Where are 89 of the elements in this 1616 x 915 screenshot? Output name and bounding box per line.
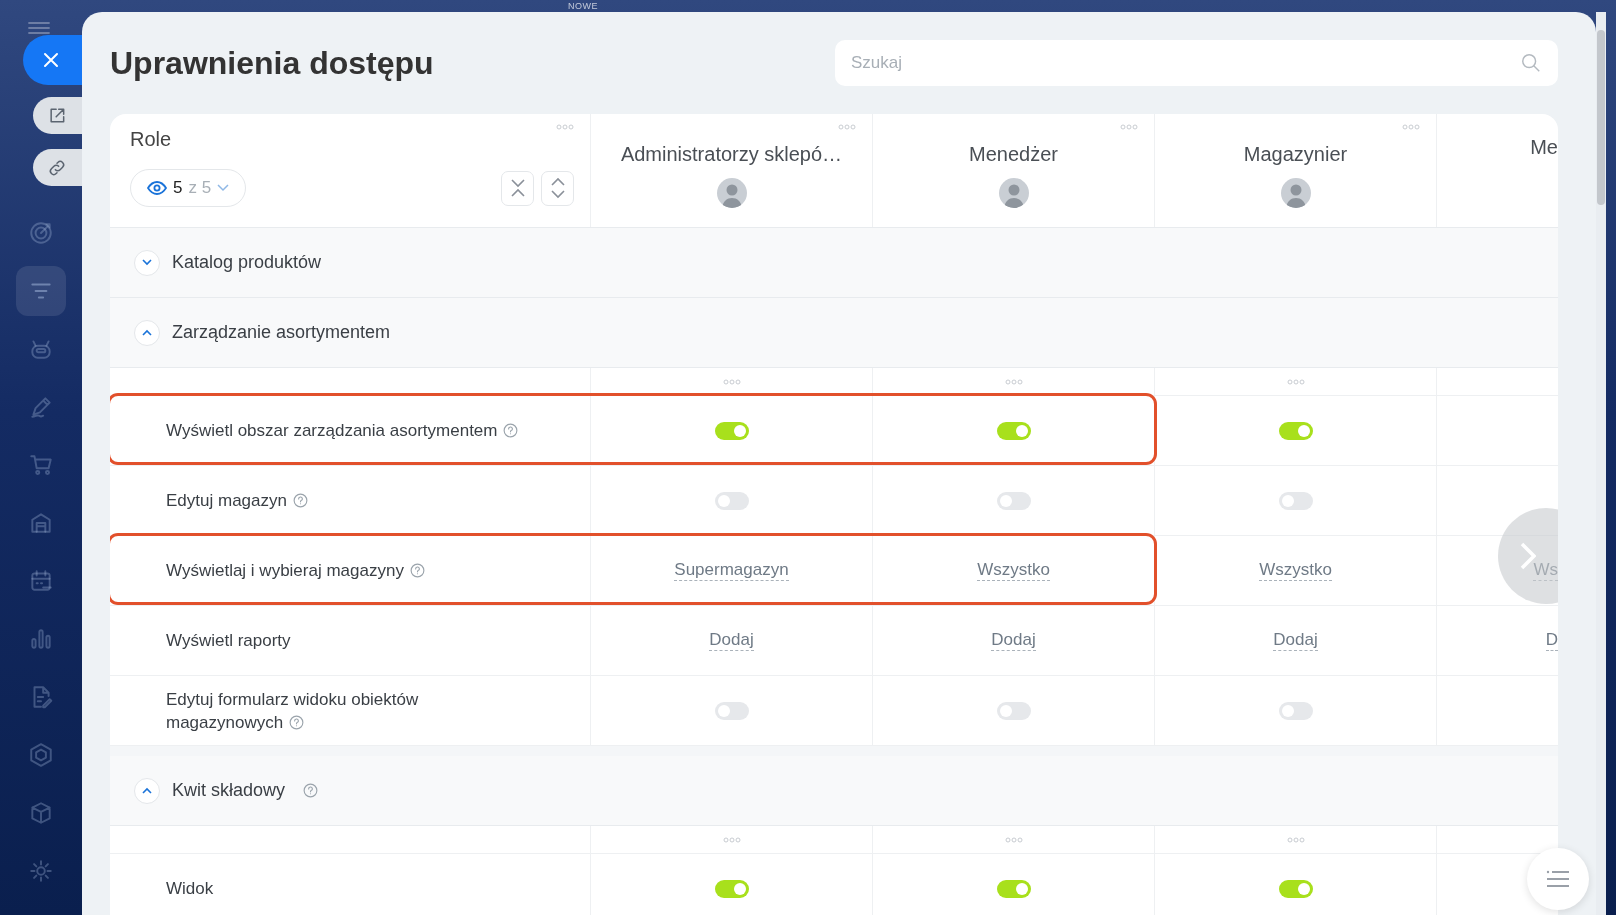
toggle-switch[interactable]	[714, 421, 749, 440]
toggle-switch[interactable]	[996, 701, 1031, 720]
section-toggle[interactable]	[134, 249, 160, 276]
more-icon[interactable]	[556, 124, 574, 130]
chevron-up-icon	[142, 787, 152, 794]
more-icon[interactable]	[1286, 378, 1305, 385]
toggle-switch[interactable]	[1278, 421, 1313, 440]
expand-icon	[550, 177, 565, 199]
section-header[interactable]: Kwit składowy	[110, 756, 1558, 826]
toggle-switch[interactable]	[996, 879, 1031, 898]
menu-icon[interactable]	[28, 22, 50, 34]
background-label: NOWE	[568, 1, 598, 11]
more-icon[interactable]	[1286, 836, 1305, 843]
help-icon[interactable]	[409, 563, 425, 578]
toggle-switch[interactable]	[1278, 491, 1313, 510]
value-link[interactable]: Wszystko	[1259, 560, 1332, 581]
role-column-header: Me	[1530, 136, 1558, 159]
chevron-down-icon	[217, 184, 230, 192]
permission-label: Wyświetl raporty	[166, 630, 291, 652]
help-icon[interactable]	[292, 493, 308, 508]
role-column-header: Administratorzy sklepó…	[620, 143, 843, 166]
permission-label: Edytuj formularz widoku obiektów magazynowych	[166, 688, 420, 734]
expand-all-button[interactable]	[541, 170, 574, 206]
role-filter-button[interactable]: 5 z 5	[130, 169, 247, 207]
collapse-all-button[interactable]	[501, 170, 534, 206]
target-icon	[28, 220, 54, 246]
pencil-icon	[28, 394, 54, 420]
toggle-switch[interactable]	[1278, 879, 1313, 898]
cart-icon	[28, 452, 54, 478]
section-title: Kwit składowy	[172, 780, 286, 801]
settings-icon	[28, 858, 54, 884]
scrollbar-thumb[interactable]	[1597, 30, 1605, 205]
value-link[interactable]: D	[1545, 630, 1558, 651]
toggle-switch[interactable]	[714, 491, 749, 510]
open-external-button[interactable]	[33, 97, 82, 134]
box-icon	[28, 800, 54, 826]
toggle-switch[interactable]	[714, 879, 749, 898]
total-count: z 5	[188, 178, 212, 198]
toggle-switch[interactable]	[996, 421, 1031, 440]
list-icon	[1546, 870, 1570, 888]
role-header: Role	[130, 128, 173, 151]
calendar-icon	[28, 568, 54, 594]
search-field[interactable]: Szukaj	[835, 40, 1558, 86]
section-title: Katalog produktów	[172, 252, 322, 273]
value-link[interactable]: Dodaj	[709, 630, 754, 651]
help-icon[interactable]	[303, 783, 319, 798]
more-icon[interactable]	[1120, 124, 1138, 130]
value-link[interactable]: Dodaj	[991, 630, 1036, 651]
section-toggle[interactable]	[134, 777, 160, 804]
role-column-header: Magazynier	[1243, 143, 1348, 166]
more-icon[interactable]	[1004, 378, 1023, 385]
help-icon[interactable]	[503, 423, 519, 438]
close-button[interactable]	[23, 35, 82, 85]
warehouse-icon	[28, 510, 54, 536]
toggle-switch[interactable]	[996, 491, 1031, 510]
page-title: Uprawnienia dostępu	[110, 44, 434, 82]
toggle-switch[interactable]	[1278, 701, 1313, 720]
more-icon[interactable]	[1004, 836, 1023, 843]
bar-chart-icon	[28, 626, 54, 652]
permission-label: Edytuj magazyn	[166, 489, 308, 512]
copy-link-button[interactable]	[33, 149, 82, 186]
section-title: Zarządzanie asortymentem	[172, 322, 391, 343]
hexagon-icon	[28, 742, 54, 768]
permission-label: Wyświetl obszar zarządzania asortymentem	[166, 419, 519, 442]
more-icon[interactable]	[1402, 124, 1420, 130]
chevron-down-icon	[142, 259, 152, 266]
value-link[interactable]: Wszystko	[977, 560, 1050, 581]
section-header[interactable]: Zarządzanie asortymentem	[110, 298, 1558, 368]
close-icon	[43, 52, 59, 68]
toggle-switch[interactable]	[714, 701, 749, 720]
section-toggle[interactable]	[134, 319, 160, 346]
list-button[interactable]	[1527, 848, 1589, 910]
more-icon[interactable]	[838, 124, 856, 130]
help-icon[interactable]	[289, 714, 305, 730]
value-link[interactable]: Supermagazyn	[674, 560, 789, 581]
permission-label: Widok	[166, 878, 214, 900]
search-icon	[1520, 52, 1542, 74]
section-header[interactable]: Katalog produktów	[110, 228, 1558, 298]
eye-icon	[147, 181, 167, 195]
permission-label: Wyświetlaj i wybieraj magazyny	[166, 559, 425, 582]
more-icon[interactable]	[722, 836, 741, 843]
more-icon[interactable]	[722, 378, 741, 385]
role-column-header: Menedżer	[969, 143, 1058, 166]
sidebar-item[interactable]	[16, 266, 66, 316]
value-link[interactable]: Dodaj	[1273, 630, 1318, 651]
shown-count: 5	[173, 178, 183, 198]
chevron-up-icon	[142, 329, 152, 336]
collapse-icon	[510, 178, 525, 198]
link-icon	[47, 157, 67, 178]
